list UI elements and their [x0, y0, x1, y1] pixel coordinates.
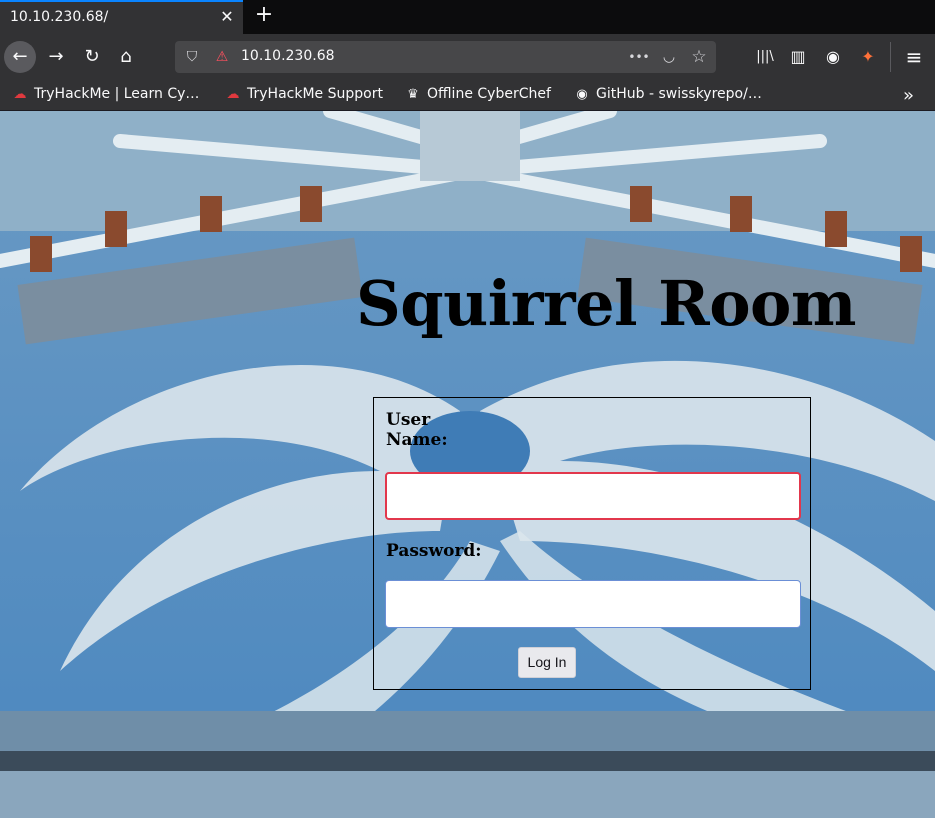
cloud-icon: ☁: [13, 87, 27, 102]
bookmark-cyberchef[interactable]: ♛ Offline CyberChef: [405, 86, 551, 106]
sidebar-icon[interactable]: ▥: [782, 41, 814, 73]
insecure-connection-icon[interactable]: ⚠: [211, 41, 233, 73]
url-bar[interactable]: ⛉ ⚠ 10.10.230.68 ••• ◡ ☆: [175, 41, 716, 73]
toolbar-separator: [890, 42, 891, 72]
bookmark-label: TryHackMe | Learn Cy…: [34, 86, 200, 102]
tab-title: 10.10.230.68/: [10, 9, 109, 25]
tab-strip: 10.10.230.68/ ✕ +: [0, 0, 935, 34]
username-input[interactable]: [385, 472, 801, 520]
close-icon[interactable]: ✕: [216, 7, 238, 26]
chef-hat-icon: ♛: [407, 87, 419, 102]
bookmark-github[interactable]: ◉ GitHub - swisskyrepo/…: [574, 86, 762, 106]
forward-icon[interactable]: →: [40, 41, 72, 73]
account-icon[interactable]: ◉: [817, 41, 849, 73]
page-viewport: Squirrel Room User Name: Password: Log I…: [0, 111, 935, 818]
bookmark-tryhackme-support[interactable]: ☁ TryHackMe Support: [225, 86, 383, 106]
password-label: Password:: [386, 541, 482, 561]
back-icon[interactable]: ←: [4, 41, 36, 73]
library-icon[interactable]: |||\: [749, 41, 781, 73]
bookmark-label: Offline CyberChef: [427, 86, 551, 102]
bookmark-star-icon[interactable]: ☆: [687, 41, 711, 73]
login-button[interactable]: Log In: [518, 647, 576, 678]
username-label: User Name:: [386, 410, 448, 450]
home-icon[interactable]: ⌂: [110, 41, 142, 73]
github-icon: ◉: [576, 87, 588, 102]
bookmark-label: GitHub - swisskyrepo/…: [596, 86, 762, 102]
bookmark-label: TryHackMe Support: [247, 86, 383, 102]
page-actions-icon[interactable]: •••: [627, 41, 651, 73]
shield-icon[interactable]: ⛉: [181, 41, 203, 73]
login-form: User Name: Password: Log In: [373, 397, 811, 690]
bookmark-tryhackme[interactable]: ☁ TryHackMe | Learn Cy…: [12, 86, 200, 106]
page-title: Squirrel Room: [356, 267, 857, 340]
navigation-toolbar: ← → ↻ ⌂ ⛉ ⚠ 10.10.230.68 ••• ◡ ☆ |||\ ▥ …: [0, 34, 935, 82]
url-text[interactable]: 10.10.230.68: [241, 48, 335, 64]
cloud-icon: ☁: [226, 87, 240, 102]
extension-icon[interactable]: ✦: [852, 41, 884, 73]
pocket-icon[interactable]: ◡: [657, 41, 681, 73]
reload-icon[interactable]: ↻: [76, 41, 108, 73]
bookmarks-toolbar: ☁ TryHackMe | Learn Cy… ☁ TryHackMe Suppor…: [0, 82, 935, 111]
menu-icon[interactable]: ≡: [898, 41, 930, 73]
password-input[interactable]: [385, 580, 801, 628]
bookmarks-overflow-icon[interactable]: »: [903, 85, 914, 106]
new-tab-icon[interactable]: +: [253, 2, 275, 27]
browser-tab-active[interactable]: 10.10.230.68/ ✕: [0, 0, 243, 34]
